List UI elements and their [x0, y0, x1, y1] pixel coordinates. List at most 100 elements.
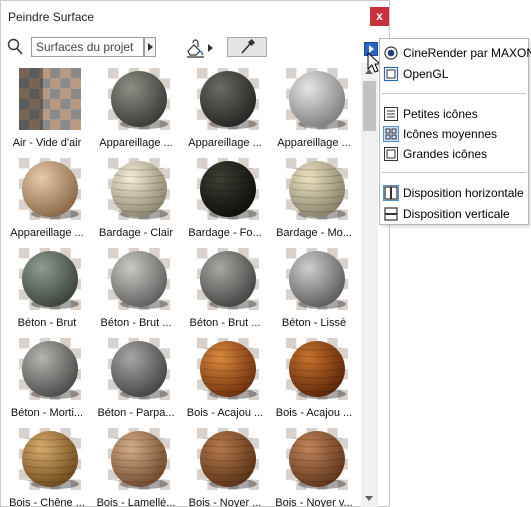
- surface-tile[interactable]: Béton - Brut: [3, 243, 91, 338]
- surface-tile-label: Béton - Lissé: [281, 317, 347, 329]
- menu-item-label: Icônes moyennes: [403, 127, 498, 141]
- surface-tile[interactable]: Bois - Noyer ...: [181, 423, 269, 507]
- surface-tile[interactable]: Béton - Parpa...: [92, 333, 180, 428]
- surface-tile-label: Béton - Brut ...: [189, 317, 261, 329]
- menu-separator: [382, 93, 526, 94]
- opengl-icon: [383, 66, 399, 82]
- brick-sphere-icon: [19, 158, 81, 220]
- medium-icons-icon: [385, 128, 397, 140]
- surface-tile[interactable]: Bardage - Fo...: [181, 153, 269, 248]
- surface-tile[interactable]: Béton - Brut ...: [181, 243, 269, 338]
- surface-tile[interactable]: Bois - Noyer v...: [270, 423, 358, 507]
- wood-sphere-icon: [19, 428, 81, 490]
- menu-item-label: Disposition horizontale: [403, 186, 524, 200]
- surface-tile-label: Béton - Morti...: [10, 407, 84, 419]
- concrete-sphere-icon: [108, 248, 170, 310]
- surface-tile-label: Béton - Brut ...: [100, 317, 172, 329]
- radio-icon: [384, 46, 398, 60]
- paint-bucket-icon[interactable]: [185, 37, 207, 59]
- surface-tile[interactable]: Appareillage ...: [92, 63, 180, 158]
- wood-sphere-icon: [108, 428, 170, 490]
- wood-sphere-icon: [197, 338, 259, 400]
- siding-sphere-icon: [286, 158, 348, 220]
- surface-tile[interactable]: Bardage - Clair: [92, 153, 180, 248]
- concrete-sphere-icon: [19, 248, 81, 310]
- surface-tile[interactable]: Bois - Chêne ...: [3, 423, 91, 507]
- surface-tile[interactable]: Bois - Acajou ...: [181, 333, 269, 428]
- close-button[interactable]: x: [370, 7, 389, 26]
- surface-grid: Air - Vide d'air Appareillage ... Appareil…: [1, 63, 361, 507]
- surface-tile-label: Appareillage ...: [188, 137, 262, 149]
- paint-surface-panel: Peindre Surface x Surfaces du projet Air…: [0, 0, 390, 507]
- surface-tile[interactable]: Béton - Brut ...: [92, 243, 180, 338]
- surface-tile[interactable]: Appareillage ...: [3, 153, 91, 248]
- siding-sphere-icon: [197, 158, 259, 220]
- small-icons-icon: [384, 107, 398, 121]
- window-title: Peindre Surface: [8, 10, 95, 24]
- surface-tile-label: Béton - Parpa...: [97, 407, 175, 419]
- search-icon[interactable]: [7, 38, 23, 56]
- vertical-layout-icon: [384, 207, 398, 221]
- concrete-sphere-icon: [286, 248, 348, 310]
- menu-item-horizontal-layout[interactable]: Disposition horizontale: [380, 183, 530, 203]
- view-options-menu: CineRender par MAXON OpenGL Petites icôn…: [379, 38, 531, 225]
- wood-sphere-icon: [286, 428, 348, 490]
- menu-item-label: Disposition verticale: [403, 207, 510, 221]
- surface-tile-label: Air - Vide d'air: [12, 137, 82, 149]
- menu-separator: [382, 172, 526, 173]
- surface-tile-label: Bois - Chêne ...: [9, 497, 85, 507]
- surface-tile-label: Appareillage ...: [277, 137, 351, 149]
- title-bar: Peindre Surface x: [1, 1, 389, 33]
- menu-item-cinerender[interactable]: CineRender par MAXON: [380, 43, 531, 63]
- surface-tile[interactable]: Bois - Acajou ...: [270, 333, 358, 428]
- surface-tile-label: Bois - Acajou ...: [275, 407, 353, 419]
- surface-tile-label: Bois - Noyer v...: [275, 497, 353, 507]
- surface-tile[interactable]: Bardage - Mo...: [270, 153, 358, 248]
- paint-dropdown-arrow-icon[interactable]: [208, 44, 213, 52]
- surface-tile[interactable]: Béton - Morti...: [3, 333, 91, 428]
- surface-tile[interactable]: Bois - Lamellé...: [92, 423, 180, 507]
- eyedropper-button[interactable]: [227, 37, 267, 57]
- surface-tile-label: Bardage - Clair: [99, 227, 173, 239]
- eyedropper-icon: [241, 38, 256, 54]
- vertical-scrollbar[interactable]: [361, 63, 378, 507]
- menu-item-medium-icons[interactable]: Icônes moyennes: [380, 124, 530, 144]
- surface-filter-combo[interactable]: Surfaces du projet: [31, 37, 144, 57]
- surface-tile-label: Bardage - Mo...: [276, 227, 352, 239]
- block-sphere-icon: [108, 338, 170, 400]
- scroll-thumb[interactable]: [363, 81, 376, 131]
- surface-tile-label: Bois - Noyer ...: [188, 497, 262, 507]
- menu-item-label: Petites icônes: [403, 107, 478, 121]
- scroll-down-arrow[interactable]: [361, 490, 378, 507]
- menu-item-vertical-layout[interactable]: Disposition verticale: [380, 204, 530, 224]
- surface-tile[interactable]: Appareillage ...: [270, 63, 358, 158]
- combo-arrow-button[interactable]: [144, 37, 156, 57]
- menu-item-small-icons[interactable]: Petites icônes: [380, 104, 530, 124]
- surface-tile-label: Bardage - Fo...: [188, 227, 262, 239]
- menu-item-label: CineRender par MAXON: [403, 46, 531, 60]
- stone-sphere-icon: [286, 68, 348, 130]
- stone-sphere-icon: [108, 68, 170, 130]
- surface-tile-label: Béton - Brut: [17, 317, 77, 329]
- menu-item-label: Grandes icônes: [403, 147, 488, 161]
- wood-sphere-icon: [197, 428, 259, 490]
- surface-tile-label: Appareillage ...: [99, 137, 173, 149]
- surface-tile[interactable]: Béton - Lissé: [270, 243, 358, 338]
- wood-sphere-icon: [286, 338, 348, 400]
- checker-corner-swatch-icon: [19, 68, 81, 130]
- surface-tile[interactable]: Air - Vide d'air: [3, 63, 91, 158]
- toolbar: Surfaces du projet: [1, 33, 389, 63]
- surface-tile-label: Bois - Acajou ...: [186, 407, 264, 419]
- menu-item-large-icons[interactable]: Grandes icônes: [380, 144, 530, 164]
- large-icons-icon: [384, 147, 398, 161]
- surface-tile-label: Appareillage ...: [10, 227, 84, 239]
- concrete-sphere-icon: [19, 338, 81, 400]
- menu-item-opengl[interactable]: OpenGL: [380, 64, 530, 84]
- stone-sphere-icon: [197, 68, 259, 130]
- surface-tile[interactable]: Appareillage ...: [181, 63, 269, 158]
- horizontal-layout-icon: [384, 186, 398, 200]
- concrete-sphere-icon: [197, 248, 259, 310]
- siding-sphere-icon: [108, 158, 170, 220]
- surface-tile-label: Bois - Lamellé...: [96, 497, 176, 507]
- menu-item-label: OpenGL: [403, 67, 449, 81]
